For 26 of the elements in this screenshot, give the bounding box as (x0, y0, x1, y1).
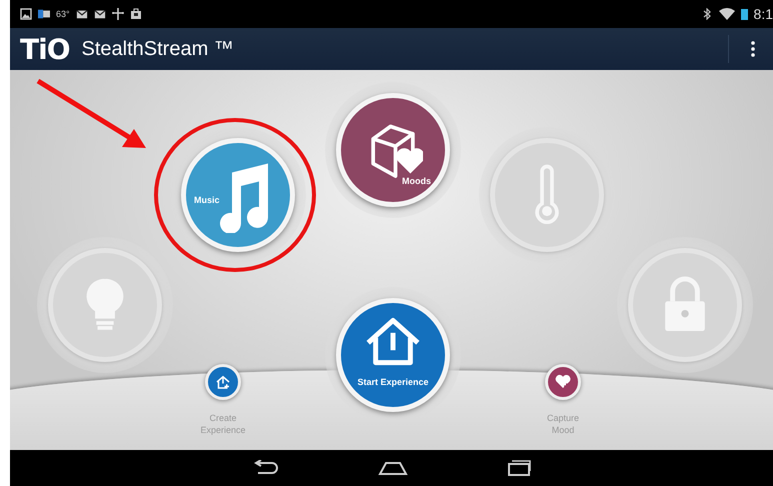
app-logo: TiO (20, 32, 70, 66)
mail-icon (94, 8, 106, 20)
back-arrow-icon (252, 460, 280, 476)
start-experience-button[interactable]: Start Experience (336, 298, 450, 412)
more-vert-icon (751, 41, 755, 57)
moods-button[interactable]: Moods (336, 93, 450, 207)
tile-label: Moods (402, 176, 431, 186)
image-icon (20, 8, 32, 20)
home-icon (378, 460, 408, 476)
capture-mood-button[interactable] (545, 364, 581, 400)
heart-plus-icon (554, 373, 572, 391)
house-plus-icon (214, 373, 232, 391)
battery-icon (740, 8, 748, 20)
clock-text: 8:1 (754, 6, 773, 22)
temperature-text: 63° (56, 9, 70, 19)
bag-icon (130, 8, 142, 20)
wifi-icon (718, 8, 735, 20)
app-title: StealthStream ™ (82, 38, 235, 60)
tile-label: Music (194, 195, 220, 205)
capture-mood-label: Capture Mood (546, 412, 580, 436)
create-experience-button[interactable] (205, 364, 241, 400)
mail-icon (76, 8, 88, 20)
create-experience-label: Create Experience (199, 412, 247, 436)
tile-label: Start Experience (356, 377, 430, 387)
music-button[interactable]: Music (181, 138, 295, 252)
recent-apps-icon (506, 459, 532, 477)
